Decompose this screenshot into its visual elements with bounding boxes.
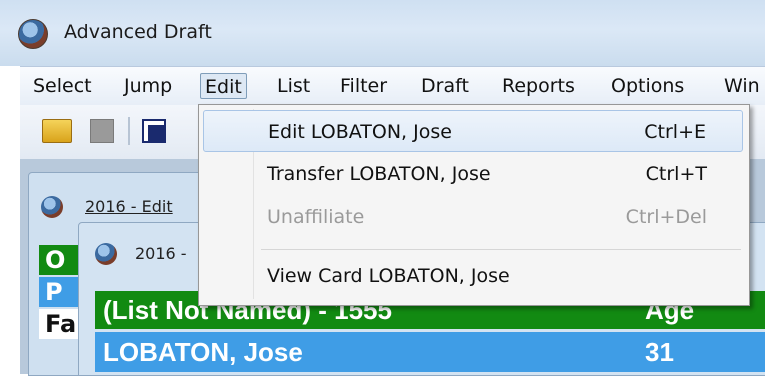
- menu-list[interactable]: List: [273, 73, 314, 99]
- menu-window[interactable]: Win: [720, 73, 764, 99]
- table-row[interactable]: LOBATON, Jose 31: [95, 332, 765, 372]
- toolbar-separator: [128, 117, 130, 145]
- menu-item-shortcut: Ctrl+Del: [625, 206, 707, 228]
- menu-select[interactable]: Select: [29, 73, 96, 99]
- player-name: LOBATON, Jose: [103, 337, 303, 367]
- menu-reports[interactable]: Reports: [498, 73, 579, 99]
- menu-edit[interactable]: Edit: [200, 73, 247, 99]
- folder-open-icon[interactable]: [42, 119, 72, 143]
- child-window-title[interactable]: 2016 -: [135, 244, 187, 263]
- window-title: Advanced Draft: [64, 21, 212, 43]
- menu-item-label: View Card LOBATON, Jose: [267, 265, 510, 287]
- child-window-icon: [41, 196, 63, 218]
- menu-bar: Select Jump Edit List Filter Draft Repor…: [20, 66, 765, 106]
- child-window-icon: [95, 243, 117, 265]
- menu-item-shortcut: Ctrl+E: [644, 121, 706, 143]
- menu-jump[interactable]: Jump: [120, 73, 176, 99]
- menu-item-shortcut: Ctrl+T: [645, 163, 707, 185]
- menu-item-label: Transfer LOBATON, Jose: [267, 163, 491, 185]
- menu-item-edit-player[interactable]: Edit LOBATON, Jose Ctrl+E: [203, 110, 743, 152]
- menu-item-transfer-player[interactable]: Transfer LOBATON, Jose Ctrl+T: [203, 153, 743, 195]
- stop-icon[interactable]: [90, 119, 114, 143]
- menu-separator: [261, 249, 741, 250]
- menu-filter[interactable]: Filter: [336, 73, 391, 99]
- menu-options[interactable]: Options: [607, 73, 688, 99]
- title-bar: Advanced Draft: [0, 0, 765, 66]
- menu-draft[interactable]: Draft: [417, 73, 473, 99]
- menu-item-label: Unaffiliate: [267, 206, 365, 228]
- edit-menu-dropdown: Edit LOBATON, Jose Ctrl+E Transfer LOBAT…: [198, 104, 750, 306]
- app-icon: [18, 19, 48, 49]
- menu-item-label: Edit LOBATON, Jose: [268, 121, 452, 143]
- windows-icon[interactable]: [142, 119, 166, 143]
- child-window-title[interactable]: 2016 - Edit: [85, 197, 173, 216]
- player-age: 31: [645, 337, 674, 367]
- menu-item-view-card[interactable]: View Card LOBATON, Jose: [203, 255, 743, 297]
- menu-item-unaffiliate: Unaffiliate Ctrl+Del: [203, 196, 743, 238]
